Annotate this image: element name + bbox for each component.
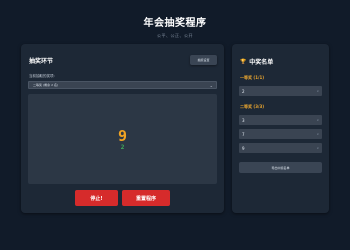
winners-title: 中奖名单 bbox=[249, 59, 274, 66]
remove-icon[interactable]: × bbox=[316, 118, 319, 122]
prize-field-label: 当前抽取的奖项: bbox=[29, 74, 55, 78]
prize-group-heading: 二等奖 (3/3) bbox=[240, 104, 265, 109]
rolling-number: 9 bbox=[117, 127, 128, 145]
page-header: 年会抽奖程序 公平、公正、公开 bbox=[0, 14, 350, 39]
winner-row: 7 × bbox=[239, 129, 322, 139]
trophy-icon: 🏆 bbox=[240, 58, 247, 65]
winners-panel: 🏆 中奖名单 一等奖 (1/1) 2 × 二等奖 (3/3) 3 × 7 × 9… bbox=[232, 44, 329, 213]
winner-row: 9 × bbox=[239, 143, 322, 153]
chevron-down-icon: ⌄ bbox=[209, 82, 213, 88]
export-button[interactable]: 导出中奖名单 bbox=[239, 162, 322, 173]
prize-select-value: 二等奖 (剩余 2 名) bbox=[33, 83, 59, 87]
draw-display: 9 2 bbox=[28, 94, 217, 184]
settings-button[interactable]: 抽奖设置 bbox=[190, 55, 217, 65]
winner-name: 9 bbox=[242, 145, 245, 151]
lottery-panel: 抽奖环节 抽奖设置 当前抽取的奖项: 二等奖 (剩余 2 名) ⌄ 9 2 停止… bbox=[21, 44, 224, 213]
winner-name: 7 bbox=[242, 131, 245, 137]
winner-name: 2 bbox=[242, 88, 245, 94]
remove-icon[interactable]: × bbox=[316, 146, 319, 150]
lottery-title: 抽奖环节 bbox=[29, 58, 54, 65]
prize-group-heading: 一等奖 (1/1) bbox=[240, 75, 265, 80]
previous-number: 2 bbox=[120, 144, 125, 151]
winner-name: 3 bbox=[242, 117, 245, 123]
stop-button[interactable]: 停止! bbox=[75, 190, 118, 206]
winner-row: 2 × bbox=[239, 86, 322, 96]
page-title: 年会抽奖程序 bbox=[143, 18, 207, 29]
prize-select[interactable]: 二等奖 (剩余 2 名) ⌄ bbox=[28, 81, 217, 89]
winners-header: 🏆 中奖名单 bbox=[240, 57, 274, 67]
remove-icon[interactable]: × bbox=[316, 89, 319, 93]
remove-icon[interactable]: × bbox=[316, 132, 319, 136]
winner-row: 3 × bbox=[239, 115, 322, 125]
page-subtitle: 公平、公正、公开 bbox=[157, 33, 193, 38]
reset-button[interactable]: 重置程序 bbox=[122, 190, 170, 206]
